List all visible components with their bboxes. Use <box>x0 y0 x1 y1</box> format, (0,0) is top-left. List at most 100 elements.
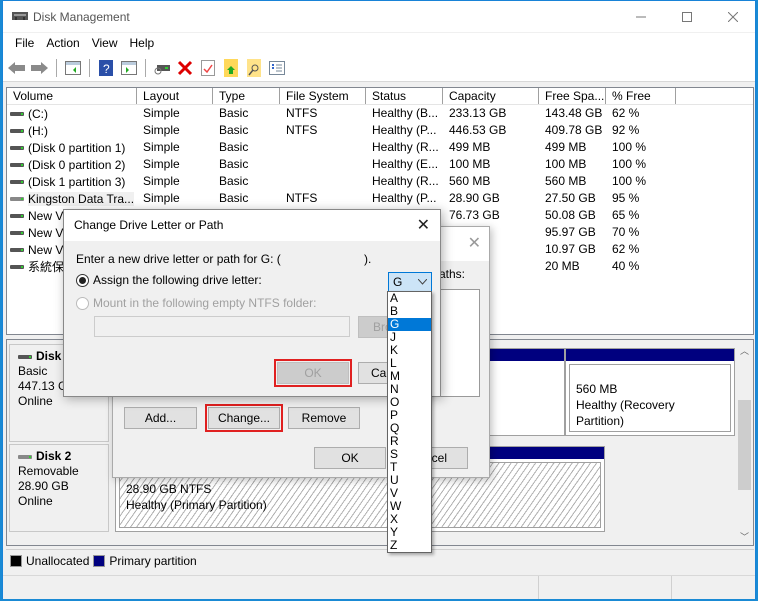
cell-volume: Kingston Data Tra... <box>7 190 137 207</box>
show-action-pane-button[interactable] <box>119 58 139 78</box>
volume-icon <box>10 196 24 201</box>
assign-letter-option[interactable]: Assign the following drive letter: <box>76 273 262 287</box>
disk-management-app-icon <box>12 12 28 20</box>
connect-button[interactable] <box>152 58 172 78</box>
cell-capacity: 100 MB <box>449 157 491 171</box>
minimize-icon <box>636 16 646 17</box>
list-button[interactable] <box>267 58 287 78</box>
close-icon[interactable]: ✕ <box>468 233 481 253</box>
cell-capacity: 233.13 GB <box>449 106 507 120</box>
up-button[interactable] <box>221 58 241 78</box>
toolbar-separator <box>89 59 90 77</box>
volume-row[interactable]: (Disk 0 partition 1) Simple Basic Healthy (… <box>7 139 753 156</box>
forward-button[interactable] <box>30 58 50 78</box>
legend-primary-partition: Primary partition <box>109 553 197 568</box>
status-divider <box>671 576 672 599</box>
mount-folder-radio[interactable] <box>76 296 89 310</box>
delete-button[interactable] <box>175 58 195 78</box>
show-hide-tree-button[interactable] <box>63 58 83 78</box>
chevron-down-icon <box>418 279 427 285</box>
cell-free-space: 27.50 GB <box>545 191 596 205</box>
partition-status: Healthy (Primary Partition) <box>126 498 267 512</box>
close-button[interactable] <box>710 1 756 32</box>
drive-letter-select[interactable]: G <box>388 272 432 292</box>
cell-type: Basic <box>219 123 249 137</box>
legend: Unallocated Primary partition <box>6 549 754 571</box>
window-title: Disk Management <box>33 10 130 24</box>
cell-capacity: 560 MB <box>449 174 491 188</box>
volume-name: (Disk 0 partition 2) <box>28 157 126 172</box>
back-button[interactable] <box>7 58 27 78</box>
volume-icon <box>10 247 24 252</box>
selected-letter: G <box>393 275 403 289</box>
scroll-up-icon[interactable]: ︿ <box>740 344 749 357</box>
column-header-status[interactable]: Status <box>366 88 443 104</box>
column-header-type[interactable]: Type <box>213 88 280 104</box>
remove-button[interactable]: Remove <box>288 407 360 429</box>
volume-row[interactable]: Kingston Data Tra... Simple Basic NTFS Healt… <box>7 190 753 207</box>
paths-list[interactable] <box>438 289 480 397</box>
cell-layout: Simple <box>143 174 180 188</box>
properties-button[interactable] <box>198 58 218 78</box>
action-pane-icon <box>121 61 137 75</box>
ok-button[interactable]: OK <box>274 359 352 387</box>
disk-1-recovery-partition[interactable]: 560 MB Healthy (Recovery Partition) <box>565 348 735 436</box>
cell-percent-free: 100 % <box>612 157 647 171</box>
menu-help[interactable]: Help <box>124 33 161 55</box>
scroll-down-icon[interactable]: ﹀ <box>740 530 749 543</box>
disk-map-scrollbar[interactable]: ︿ ﹀ <box>736 340 753 545</box>
column-header-file-system[interactable]: File System <box>280 88 366 104</box>
folder-path-input[interactable] <box>94 316 350 337</box>
drive-letter-dropdown[interactable]: ABGJKLMNOPQRSTUVWXYZ <box>387 291 432 553</box>
menu-action[interactable]: Action <box>40 33 85 55</box>
cell-free-space: 409.78 GB <box>545 123 603 137</box>
cell-free-space: 20 MB <box>545 259 580 273</box>
maximize-button[interactable] <box>664 1 710 32</box>
column-header-capacity[interactable]: Capacity <box>443 88 539 104</box>
menu-view[interactable]: View <box>86 33 124 55</box>
find-button[interactable] <box>244 58 264 78</box>
cell-percent-free: 62 % <box>612 242 640 256</box>
cell-volume: (C:) <box>7 105 137 122</box>
cell-free-space: 100 MB <box>545 157 587 171</box>
disk-2-label[interactable]: Disk 2 Removable 28.90 GB Online <box>9 444 109 532</box>
help-button[interactable]: ? <box>96 58 116 78</box>
column-header-volume[interactable]: Volume <box>7 88 137 104</box>
prompt-end-text: ). <box>364 252 372 266</box>
cell-file-system <box>280 139 366 156</box>
volume-row[interactable]: (Disk 0 partition 2) Simple Basic Healthy (… <box>7 156 753 173</box>
column-header-free-space[interactable]: Free Spa... <box>539 88 606 104</box>
volume-row[interactable]: (C:) Simple Basic NTFS Healthy (B... 233.13 G… <box>7 105 753 122</box>
close-icon[interactable]: ✕ <box>417 215 430 235</box>
svg-text:?: ? <box>103 62 110 76</box>
mount-folder-option[interactable]: Mount in the following empty NTFS folder… <box>76 296 316 310</box>
console-tree-icon <box>65 61 81 75</box>
ok-button[interactable]: OK <box>314 447 386 469</box>
close-icon <box>728 11 738 22</box>
cell-volume: (Disk 1 partition 3) <box>7 173 137 190</box>
toolbar: ? <box>3 55 755 82</box>
volume-name: (Disk 1 partition 3) <box>28 174 126 189</box>
menu-file[interactable]: File <box>9 33 40 55</box>
volume-icon <box>10 230 24 235</box>
volume-row[interactable]: (Disk 1 partition 3) Simple Basic Healthy (… <box>7 173 753 190</box>
disk-state: Online <box>18 494 53 508</box>
add-button[interactable]: Add... <box>124 407 197 429</box>
cell-percent-free: 100 % <box>612 174 647 188</box>
scrollbar-thumb[interactable] <box>738 400 751 490</box>
cell-layout: Simple <box>143 106 180 120</box>
toolbar-separator <box>145 59 146 77</box>
column-header-layout[interactable]: Layout <box>137 88 213 104</box>
cell-free-space: 10.97 GB <box>545 242 596 256</box>
drive-letter-option[interactable]: Z <box>388 539 431 552</box>
cell-capacity: 28.90 GB <box>449 191 500 205</box>
disk-name: Disk 2 <box>36 449 72 463</box>
minimize-button[interactable] <box>618 1 664 32</box>
change-button[interactable]: Change... <box>205 404 283 432</box>
column-header-percent-free[interactable]: % Free <box>606 88 676 104</box>
volume-icon <box>10 111 24 116</box>
cell-layout: Simple <box>143 157 180 171</box>
assign-letter-radio[interactable] <box>76 273 89 287</box>
cell-percent-free: 62 % <box>612 106 640 120</box>
volume-row[interactable]: (H:) Simple Basic NTFS Healthy (P... 446.53 G… <box>7 122 753 139</box>
